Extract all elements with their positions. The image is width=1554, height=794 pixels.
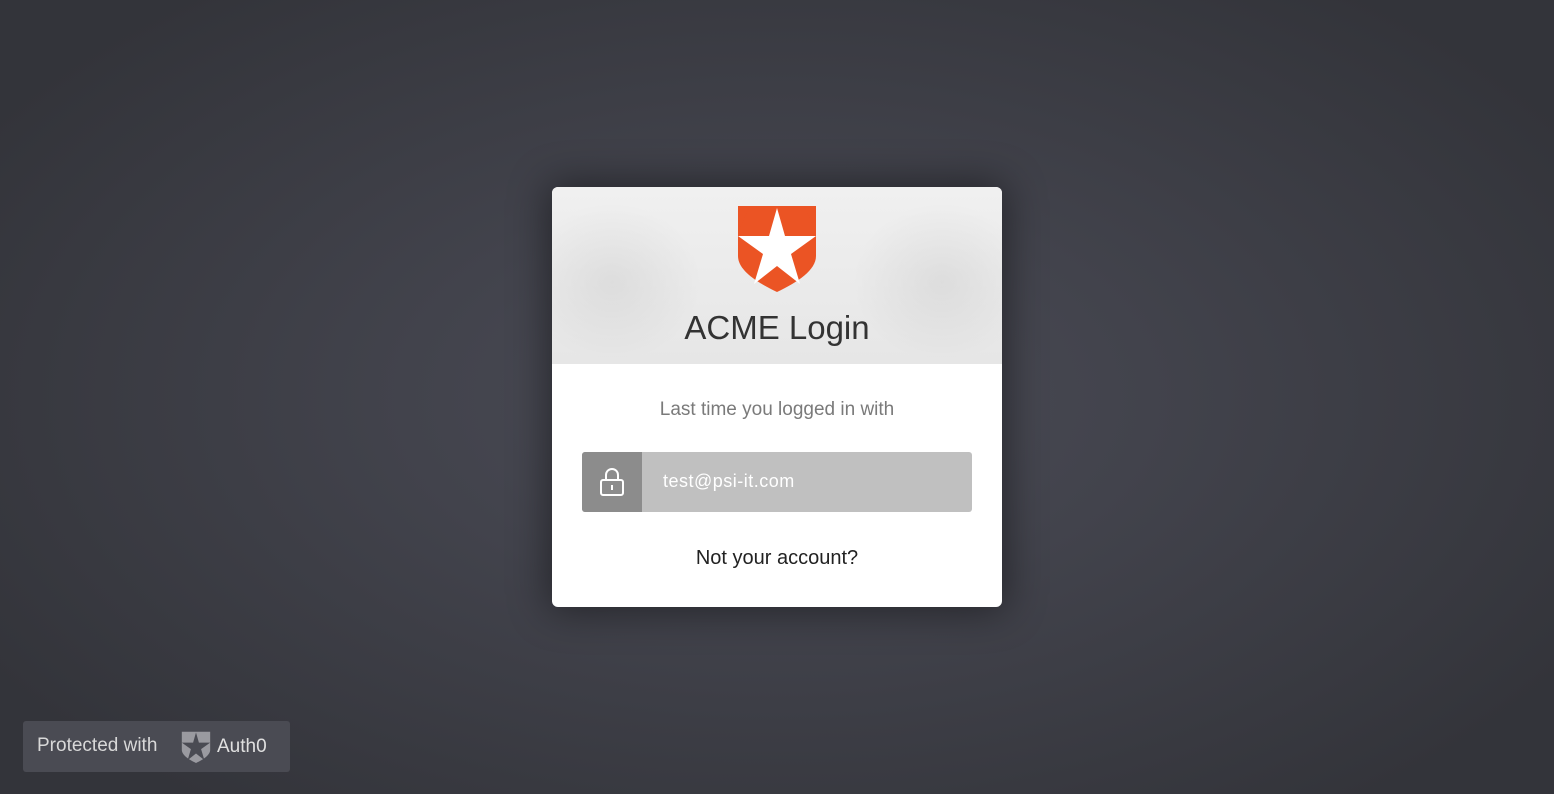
lock-icon <box>600 467 624 496</box>
lock-icon-box <box>582 452 642 512</box>
not-your-account-link[interactable]: Not your account? <box>552 547 1002 570</box>
badge-protected-text: Protected with <box>37 735 158 756</box>
auth0-logo-icon <box>738 206 816 292</box>
last-login-email: test@psi-it.com <box>663 471 795 491</box>
badge-brand: Auth0 <box>217 736 267 757</box>
last-login-account-button[interactable]: test@psi-it.com <box>582 452 972 512</box>
login-header: ACME Login <box>552 187 1002 364</box>
auth0-badge-icon <box>181 731 211 763</box>
last-login-subtitle: Last time you logged in with <box>659 399 895 420</box>
page-title: ACME Login <box>684 309 870 346</box>
protected-with-auth0-badge[interactable]: Protected with Auth0 <box>23 721 290 772</box>
login-card: ACME Login Last time you logged in with … <box>552 187 1002 607</box>
